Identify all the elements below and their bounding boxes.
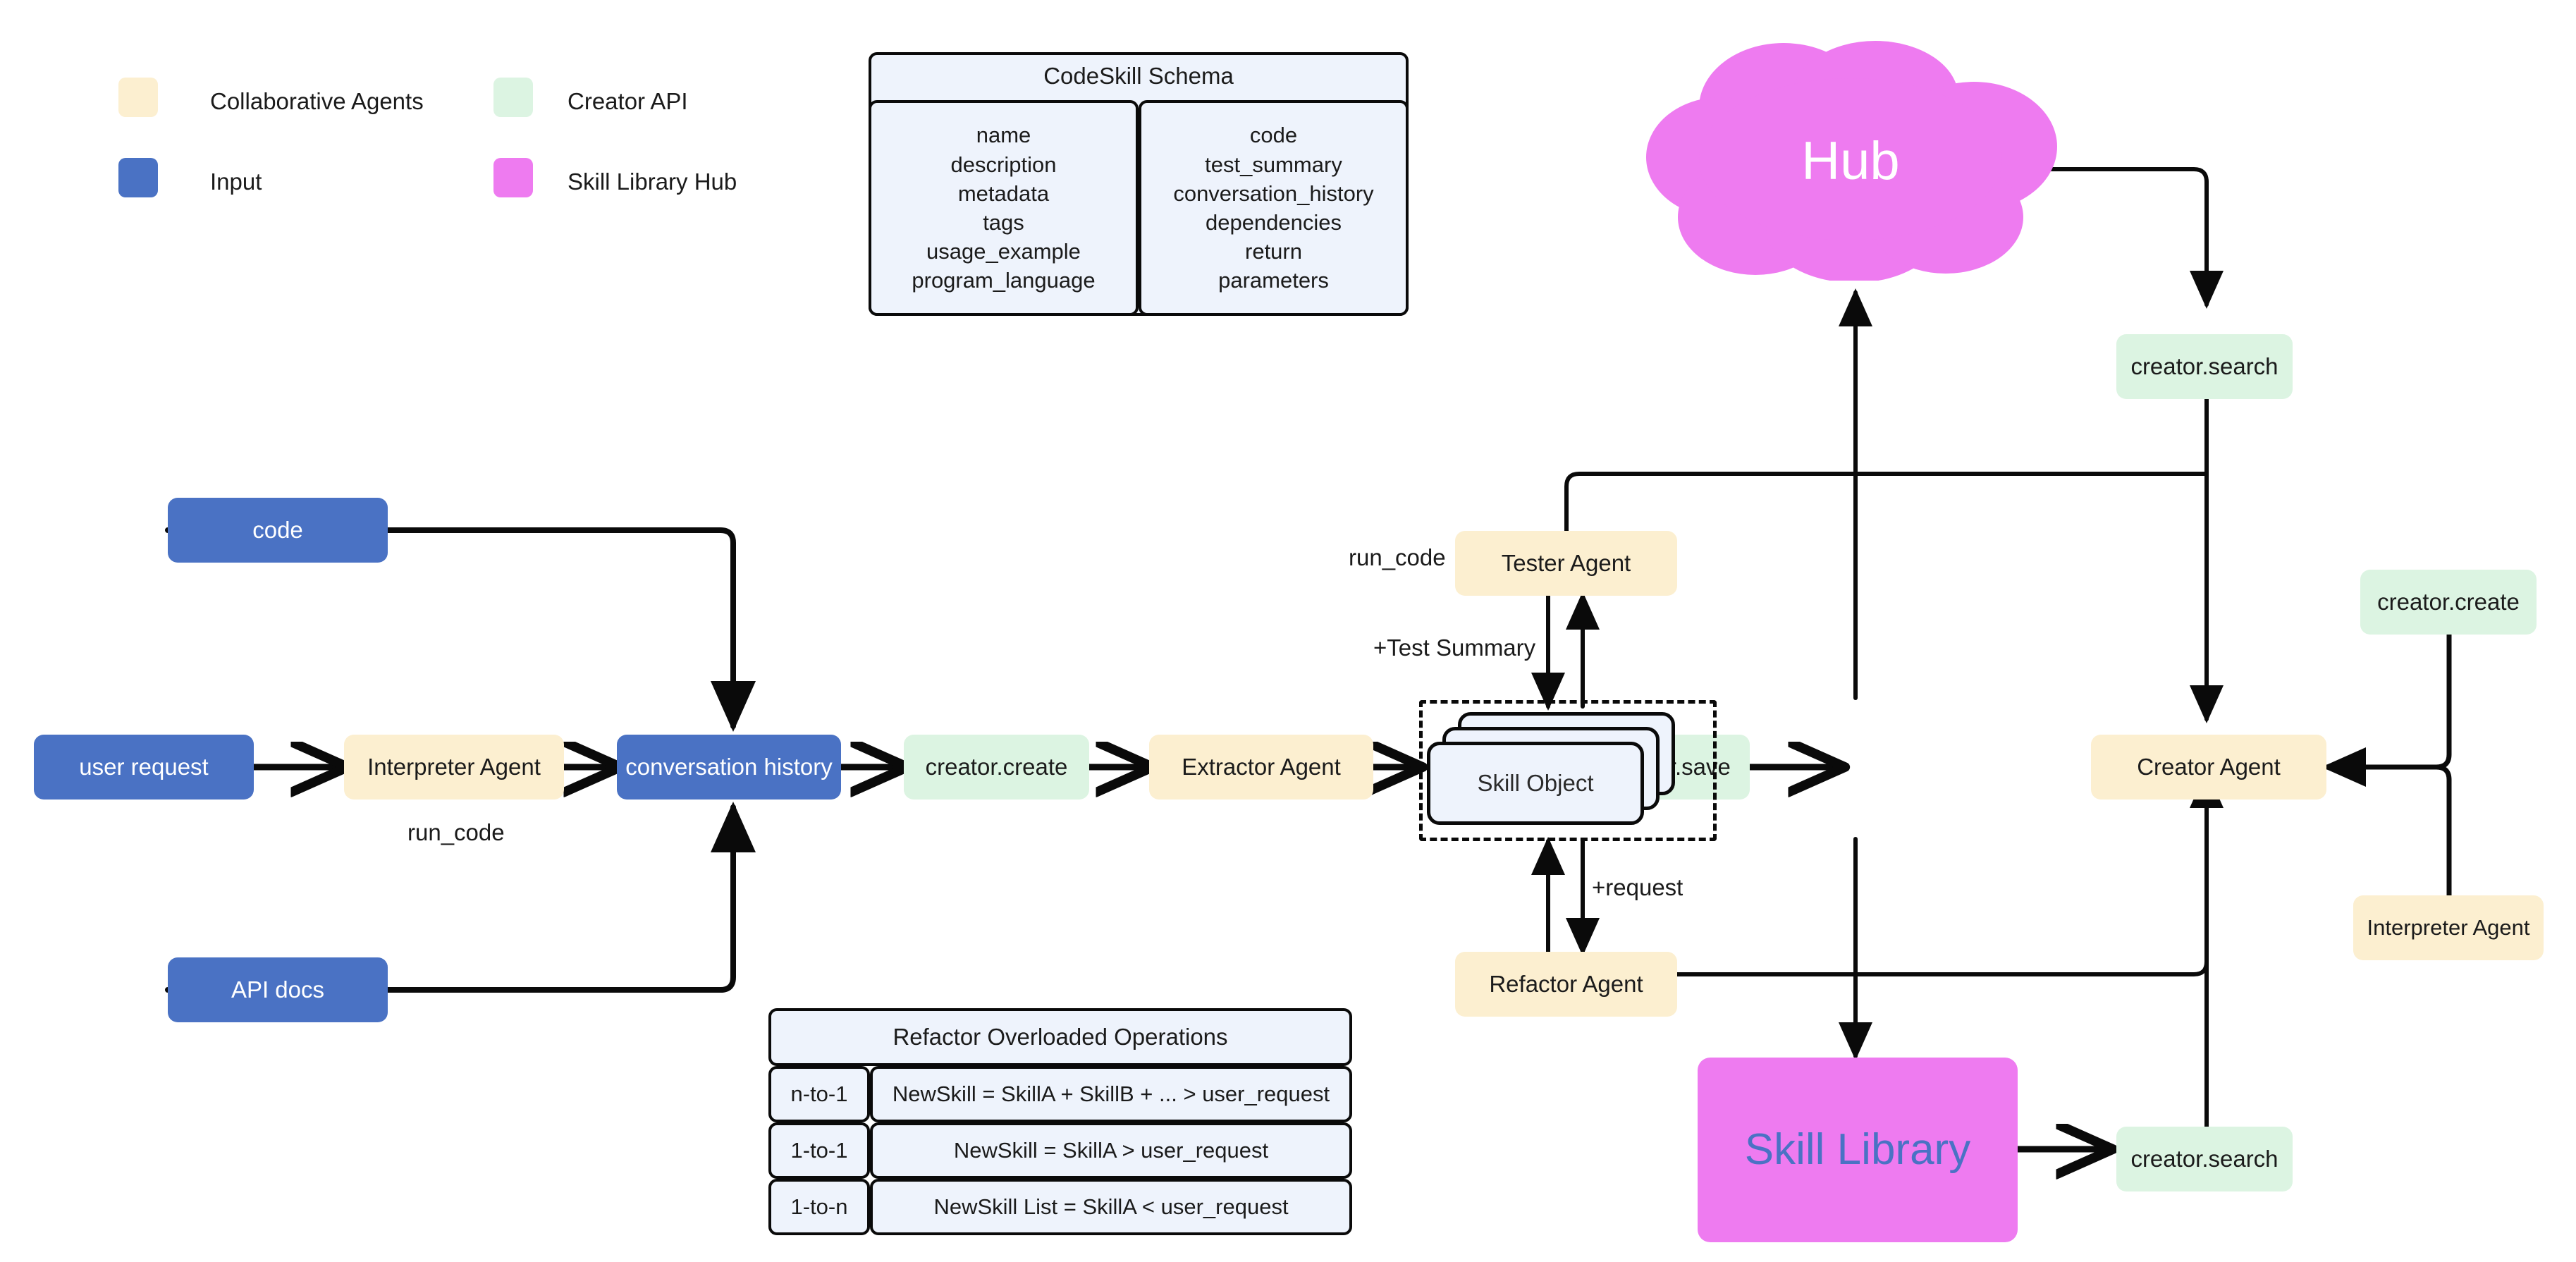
node-creator-create-main[interactable]: creator.create — [904, 735, 1089, 800]
codeskill-schema-title: CodeSkill Schema — [1043, 63, 1234, 89]
node-interpreter-agent-main[interactable]: Interpreter Agent — [344, 735, 564, 800]
table-row-key: 1-to-1 — [768, 1122, 870, 1179]
schema-field: name — [976, 123, 1031, 148]
edge-label-run-code-tester: run_code — [1349, 544, 1446, 570]
node-label: API docs — [231, 976, 325, 1003]
schema-field: conversation_history — [1173, 180, 1374, 206]
node-label: Extractor Agent — [1182, 754, 1341, 780]
legend-label-skill-library-hub: Skill Library Hub — [568, 169, 737, 195]
legend-label-input: Input — [210, 169, 262, 195]
node-refactor-agent[interactable]: Refactor Agent — [1455, 952, 1677, 1017]
skill-object-label: Skill Object — [1477, 770, 1594, 796]
node-skill-library[interactable]: Skill Library — [1698, 1058, 2018, 1242]
table-row-key: 1-to-n — [768, 1179, 870, 1235]
legend-swatch-skill-library-hub — [493, 158, 533, 197]
node-extractor-agent[interactable]: Extractor Agent — [1149, 735, 1373, 800]
node-label: Skill Library — [1744, 1125, 1971, 1175]
schema-field: test_summary — [1205, 152, 1342, 177]
schema-field: code — [1249, 123, 1298, 148]
table-row-value: NewSkill List = SkillA < user_request — [870, 1179, 1352, 1235]
legend-label-collaborative-agents: Collaborative Agents — [210, 88, 424, 114]
edge-label-test-summary: +Test Summary — [1373, 635, 1536, 661]
schema-field: metadata — [957, 180, 1050, 206]
node-label: Interpreter Agent — [2367, 915, 2530, 941]
schema-field: program_language — [912, 268, 1096, 293]
codeskill-schema-right-column: code test_summary conversation_history d… — [1139, 100, 1409, 316]
node-label: Interpreter Agent — [367, 754, 541, 780]
hub-label: Hub — [1801, 130, 1900, 191]
node-user-request[interactable]: user request — [34, 735, 254, 800]
table-row-key: n-to-1 — [768, 1066, 870, 1122]
node-tester-agent[interactable]: Tester Agent — [1455, 531, 1677, 596]
schema-field: tags — [983, 210, 1024, 235]
node-api-docs[interactable]: API docs — [168, 957, 388, 1022]
schema-field: dependencies — [1205, 210, 1342, 235]
node-creator-search-top[interactable]: creator.search — [2116, 334, 2293, 399]
node-conversation-history[interactable]: conversation history — [617, 735, 841, 800]
edge-label-run-code-left: run_code — [407, 819, 505, 845]
node-code[interactable]: code — [168, 498, 388, 563]
node-creator-search-bottom[interactable]: creator.search — [2116, 1127, 2293, 1191]
node-label: conversation history — [625, 754, 833, 780]
schema-field: usage_example — [926, 239, 1081, 264]
legend-label-creator-api: Creator API — [568, 88, 688, 114]
node-label: creator.search — [2130, 353, 2278, 380]
legend-swatch-collaborative-agents — [118, 78, 158, 117]
diagram-canvas: Collaborative Agents Creator API Input S… — [0, 0, 2576, 1262]
node-label: code — [252, 517, 303, 544]
refactor-table-title: Refactor Overloaded Operations — [893, 1024, 1228, 1050]
node-label: creator.create — [925, 754, 1068, 780]
node-creator-create-right[interactable]: creator.create — [2360, 570, 2537, 635]
node-interpreter-agent-right[interactable]: Interpreter Agent — [2353, 895, 2544, 960]
node-creator-agent[interactable]: Creator Agent — [2091, 735, 2326, 800]
node-label: creator.create — [2377, 589, 2520, 615]
legend-swatch-input — [118, 158, 158, 197]
schema-field: parameters — [1218, 268, 1329, 293]
legend-swatch-creator-api — [493, 78, 533, 117]
node-label: Refactor Agent — [1489, 971, 1643, 998]
node-label: Creator Agent — [2137, 754, 2281, 780]
node-label: Tester Agent — [1501, 550, 1631, 577]
node-label: user request — [79, 754, 209, 780]
node-label: creator.search — [2130, 1146, 2278, 1172]
table-row-value: NewSkill = SkillA > user_request — [870, 1122, 1352, 1179]
table-row-value: NewSkill = SkillA + SkillB + ... > user_… — [870, 1066, 1352, 1122]
edge-label-request: +request — [1592, 874, 1683, 900]
schema-field: description — [950, 152, 1057, 177]
schema-field: return — [1245, 239, 1302, 264]
codeskill-schema-left-column: name description metadata tags usage_exa… — [869, 100, 1139, 316]
